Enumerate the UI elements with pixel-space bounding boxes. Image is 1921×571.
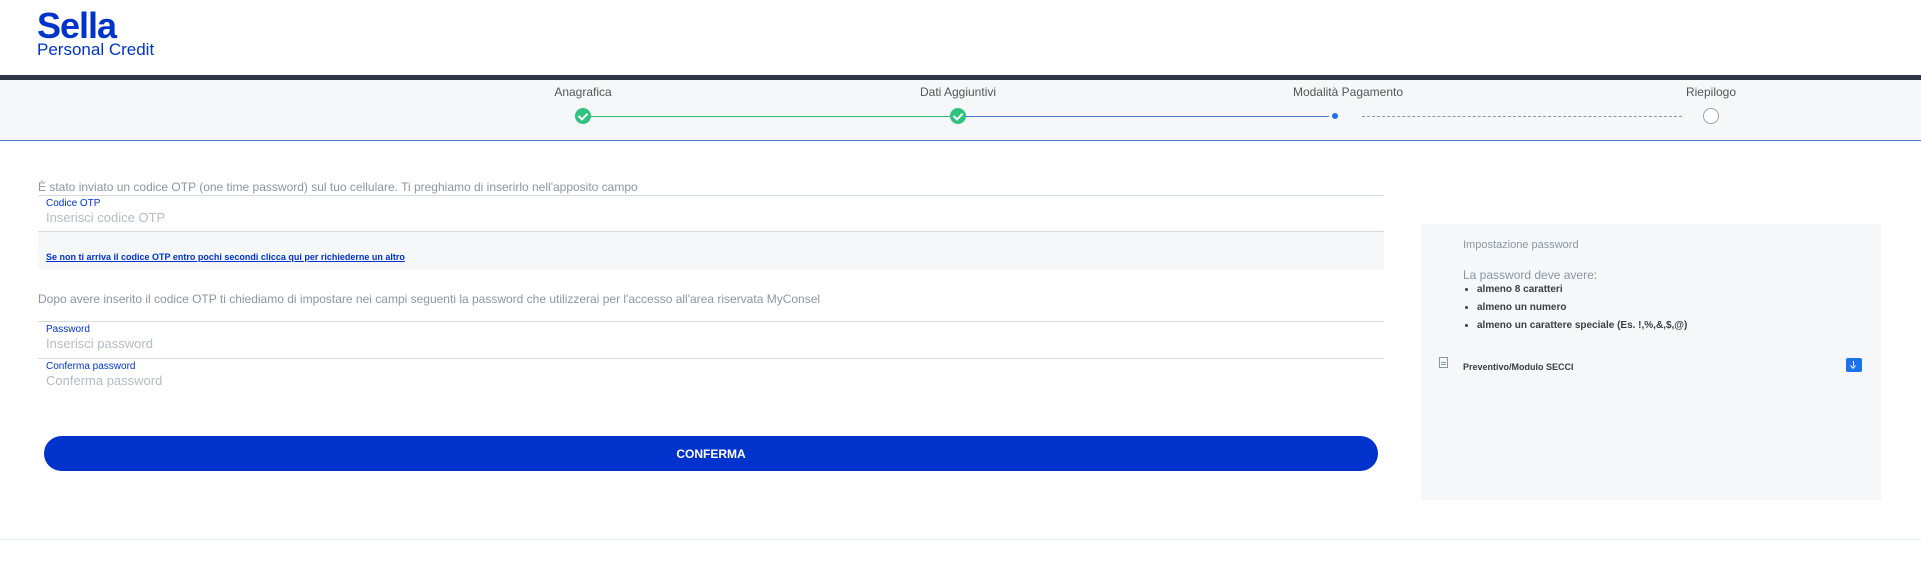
step-connector-3 — [1362, 116, 1682, 117]
step-done-check-icon — [575, 108, 591, 124]
document-icon — [1439, 357, 1448, 368]
otp-intro-text: È stato inviato un codice OTP (one time … — [38, 180, 638, 194]
step-todo-circle-icon — [1703, 108, 1719, 124]
download-icon[interactable] — [1846, 358, 1862, 372]
requirement-item: almeno un carattere speciale (Es. !,%,&,… — [1477, 317, 1687, 335]
step-active-dot-icon — [1332, 113, 1338, 119]
step-label-modalita-pagamento: Modalità Pagamento — [1292, 85, 1404, 99]
step-label-dati-aggiuntivi: Dati Aggiuntivi — [919, 85, 997, 99]
progress-stepper: Anagrafica Dati Aggiuntivi Modalità Paga… — [0, 80, 1921, 141]
step-connector-1 — [591, 116, 950, 117]
password-input[interactable] — [46, 336, 846, 351]
document-label: Preventivo/Modulo SECCI — [1463, 362, 1574, 372]
side-panel-title: Impostazione password — [1463, 239, 1579, 251]
password-info-panel: Impostazione password La password deve a… — [1421, 224, 1881, 500]
footer-divider — [0, 539, 1921, 540]
password-field: Password — [38, 321, 1384, 359]
password-requirements-heading: La password deve avere: — [1463, 268, 1598, 282]
step-label-riepilogo: Riepilogo — [1685, 85, 1737, 99]
password-intro-text: Dopo avere inserito il codice OTP ti chi… — [38, 292, 821, 306]
confirm-password-field: Conferma password — [38, 358, 1384, 396]
step-connector-2 — [966, 116, 1329, 117]
requirement-item: almeno 8 caratteri — [1477, 281, 1687, 299]
requirement-item: almeno un numero — [1477, 299, 1687, 317]
step-done-check-icon — [950, 108, 966, 124]
password-label: Password — [46, 324, 90, 335]
step-label-anagrafica: Anagrafica — [554, 85, 612, 99]
otp-label: Codice OTP — [46, 198, 101, 209]
confirm-password-label: Conferma password — [46, 361, 136, 372]
header: Sella Personal Credit — [0, 0, 1921, 75]
otp-field: Codice OTP — [38, 195, 1384, 232]
resend-otp-link[interactable]: Se non ti arriva il codice OTP entro poc… — [46, 252, 405, 262]
password-requirements-list: almeno 8 caratteri almeno un numero alme… — [1463, 281, 1687, 335]
confirm-password-input[interactable] — [46, 373, 846, 388]
otp-input[interactable] — [46, 210, 846, 225]
confirm-button[interactable]: CONFERMA — [44, 436, 1378, 471]
brand-subtitle: Personal Credit — [37, 40, 155, 59]
otp-resend-box: Se non ti arriva il codice OTP entro poc… — [38, 231, 1384, 269]
